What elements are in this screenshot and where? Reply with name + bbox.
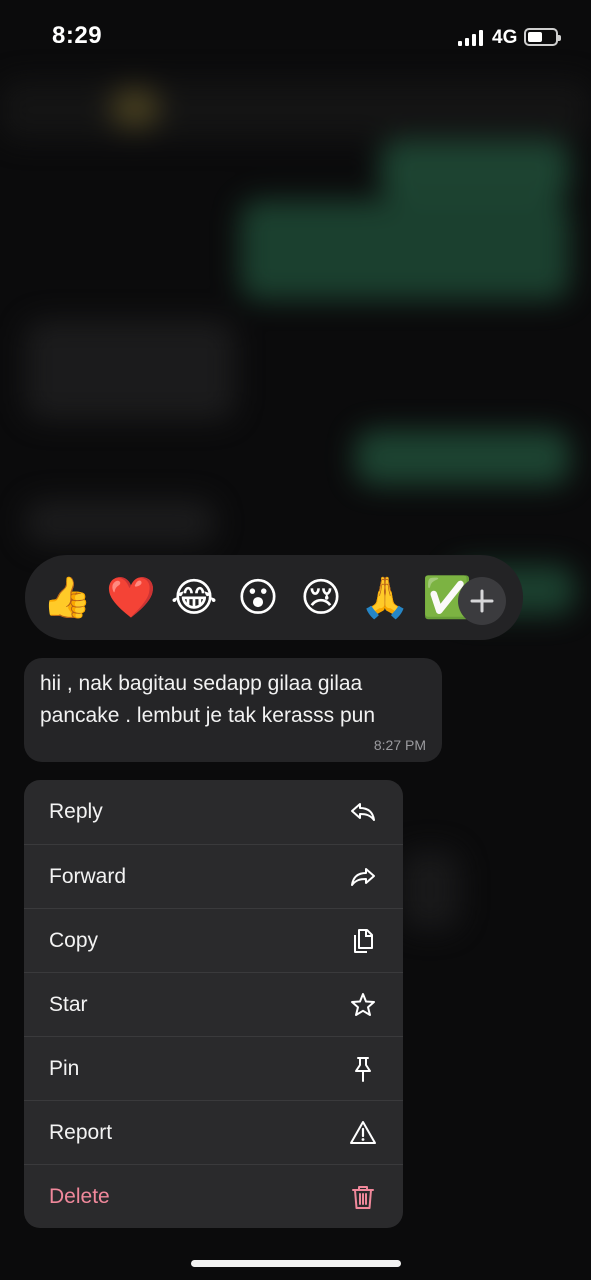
trash-icon — [349, 1183, 377, 1211]
forward-icon — [349, 863, 377, 891]
menu-item-star[interactable]: Star — [24, 972, 403, 1036]
network-type: 4G — [492, 27, 518, 48]
reaction-folded-hands[interactable]: 🙏 — [360, 573, 410, 623]
menu-item-pin[interactable]: Pin — [24, 1036, 403, 1100]
warning-icon — [349, 1119, 377, 1147]
reply-icon — [349, 798, 377, 826]
reaction-heart[interactable]: ❤️ — [106, 573, 156, 623]
message-bubble: hii , nak bagitau sedapp gilaa gilaa pan… — [24, 658, 442, 762]
message-context-menu: Reply Forward Copy Star Pin Report Delet… — [24, 780, 403, 1228]
status-bar: 8:29 4G — [0, 0, 591, 76]
star-icon — [349, 991, 377, 1019]
message-timestamp: 8:27 PM — [373, 737, 426, 753]
reaction-thumbs-up[interactable]: 👍 — [42, 573, 92, 623]
copy-icon — [349, 927, 377, 955]
menu-item-forward[interactable]: Forward — [24, 844, 403, 908]
pin-icon — [349, 1055, 377, 1083]
menu-item-delete[interactable]: Delete — [24, 1164, 403, 1228]
reaction-picker: 👍 ❤️ 😂 😮 😢 🙏 ✅ — [25, 555, 523, 640]
menu-item-label: Delete — [49, 1184, 110, 1208]
reaction-crying[interactable]: 😢 — [296, 573, 346, 623]
clock: 8:29 — [52, 22, 103, 49]
signal-strength-icon — [458, 30, 484, 46]
menu-item-label: Forward — [49, 864, 127, 888]
home-indicator[interactable] — [191, 1260, 401, 1267]
menu-item-label: Report — [49, 1120, 113, 1144]
battery-icon — [524, 28, 561, 46]
menu-item-label: Copy — [49, 928, 99, 952]
message-text: hii , nak bagitau sedapp gilaa gilaa pan… — [40, 672, 376, 727]
menu-item-reply[interactable]: Reply — [24, 780, 403, 844]
plus-icon — [470, 589, 494, 613]
menu-item-report[interactable]: Report — [24, 1100, 403, 1164]
menu-item-label: Star — [49, 992, 88, 1016]
menu-item-label: Reply — [49, 800, 103, 823]
more-reactions-button[interactable] — [458, 577, 506, 625]
menu-item-label: Pin — [49, 1056, 80, 1080]
menu-item-copy[interactable]: Copy — [24, 908, 403, 972]
reaction-tears-of-joy[interactable]: 😂 — [169, 573, 219, 623]
reaction-surprised[interactable]: 😮 — [233, 573, 283, 623]
